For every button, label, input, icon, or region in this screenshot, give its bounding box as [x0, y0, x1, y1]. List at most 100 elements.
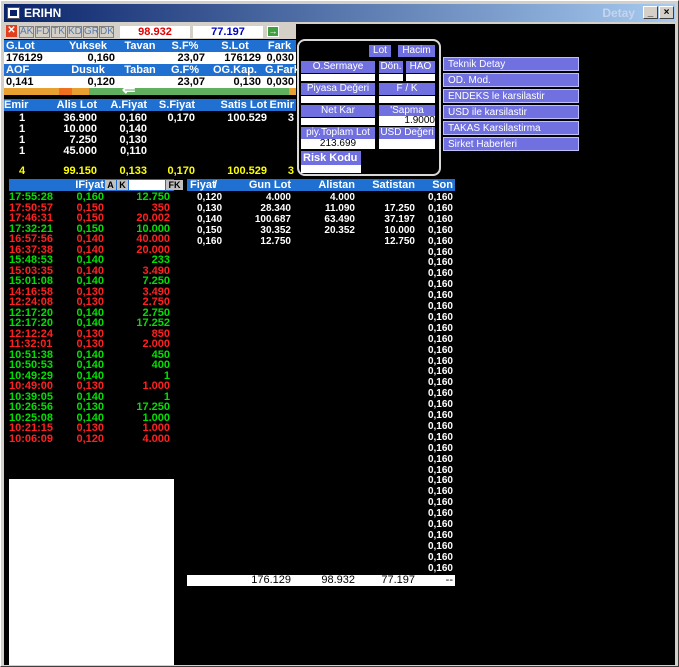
summary-header-h1-0: G.Lot: [4, 40, 59, 52]
son-price-cell: 0,160: [427, 344, 453, 356]
summary-header-h1-3: S.F%: [163, 40, 207, 52]
minimize-button[interactable]: _: [643, 6, 658, 19]
summary-value-r2-1: 0,120: [59, 76, 117, 88]
trade-price: 0,120: [76, 432, 104, 445]
son-price-cell: 0,160: [427, 388, 453, 400]
son-price-cell: 0,160: [427, 431, 453, 443]
price-cell: 4.000: [329, 192, 355, 203]
depth-cell: [197, 146, 269, 157]
summary-header-h2-4: OG.Kap.: [207, 64, 263, 76]
son-price-cell: 0,160: [427, 497, 453, 509]
price-header-3[interactable]: Satistan: [357, 180, 417, 191]
summary-header-h2-5: G.Fark: [263, 64, 300, 76]
price-total-cell: 77.197: [381, 574, 415, 586]
son-price-cell: 0,160: [427, 301, 453, 312]
son-price-cell: 0,160: [427, 529, 453, 541]
don-label: Dön.: [379, 61, 403, 73]
summary-value-r2-5: 0,030: [263, 76, 296, 88]
son-price-cell: 0,160: [427, 453, 453, 465]
price-cell: 10.000: [384, 224, 415, 236]
price-cell: 100.687: [254, 213, 291, 225]
depth-total-cell: 0,133: [119, 165, 147, 177]
price-header-1[interactable]: Gun Lot: [227, 180, 293, 191]
toolbar-value-2: 77.197: [193, 26, 263, 38]
side-menu-item[interactable]: ENDEKS le karsilastir: [443, 89, 579, 103]
son-price-cell: 0,160: [427, 322, 453, 334]
trades-filter-input[interactable]: [129, 180, 165, 190]
side-menu-item[interactable]: USD ile karsilastir: [443, 105, 579, 119]
depth-cell: 0,170: [167, 112, 195, 124]
trade-qty: 400: [151, 359, 170, 371]
toolbar-button-gr[interactable]: GR: [83, 26, 99, 38]
son-price-cell: 0,160: [427, 377, 453, 389]
price-header-2[interactable]: Alistan: [293, 180, 357, 191]
detail-popup: Lot Hacim O.Sermaye Dön. HAO Piyasa Değe…: [297, 39, 441, 176]
price-total-cell: 176.129: [251, 574, 291, 586]
summary-value-r2-3: 23,07: [163, 76, 207, 88]
toolbar-value-1: 98.932: [120, 26, 190, 38]
trade-qty: 1.000: [142, 380, 170, 392]
price-cell: 30.352: [260, 224, 291, 236]
depth-cell: [149, 124, 197, 135]
son-price-cell: 0,160: [427, 420, 453, 432]
son-price-cell: 0,160: [427, 192, 453, 203]
price-cell: 12.750: [384, 235, 415, 247]
price-cell: 28.340: [260, 202, 291, 214]
price-total-cell: 98.932: [321, 574, 355, 586]
toolbar-button-fd[interactable]: FD: [35, 26, 50, 38]
son-price-cell: 0,160: [427, 442, 453, 454]
trades-header-fiyat: IFiyat: [75, 179, 104, 191]
price-header-4[interactable]: Son: [417, 180, 455, 191]
title-bar[interactable]: ERIHN Detay _ ×: [4, 4, 675, 22]
son-price-cell: 0,160: [427, 246, 453, 258]
son-price-cell: 0,160: [427, 224, 453, 236]
close-icon[interactable]: ✕: [6, 25, 17, 37]
depth-total-cell: 0,170: [167, 165, 195, 177]
son-price-cell: 0,160: [427, 562, 453, 574]
depth-header-5: Emir: [269, 99, 296, 111]
son-price-cell: 0,160: [427, 540, 453, 552]
son-price-cell: 0,160: [427, 213, 453, 225]
side-menu-item[interactable]: TAKAS Karsilastirma: [443, 121, 579, 135]
content-area: ✕ AK FD TK KD GR DK 98.932 77.197 → G.Lot Yuks…: [4, 24, 675, 665]
lot-button[interactable]: Lot: [369, 45, 391, 57]
toolbar-button-tk[interactable]: TK: [51, 26, 66, 38]
side-menu-item[interactable]: Teknik Detay: [443, 57, 579, 71]
depth-cell: [149, 135, 197, 146]
depth-header-3: S.Fiyat: [149, 99, 197, 111]
son-price-cell: 0,160: [427, 311, 453, 323]
piy-toplam-lot-value: 213.699: [301, 139, 375, 149]
sort-indicator-icon: /: [214, 179, 218, 191]
go-arrow-icon[interactable]: →: [267, 26, 279, 37]
hacim-button[interactable]: Hacim: [398, 45, 435, 57]
son-price-cell: 0,160: [427, 257, 453, 269]
summary-value-r1-0: 176129: [4, 52, 59, 64]
price-cell: 11.090: [324, 202, 355, 214]
price-cell: 4.000: [265, 192, 291, 203]
trade-time: 10:06:09: [9, 432, 54, 445]
range-bar: [4, 88, 296, 95]
son-price-cell: 0,160: [427, 464, 453, 476]
price-cell: 0,160: [197, 235, 223, 247]
toolbar-button-dk[interactable]: DK: [99, 26, 114, 38]
side-menu-item[interactable]: Sirket Haberleri: [443, 137, 579, 151]
depth-header-4: Satis Lot: [197, 99, 269, 111]
summary-value-r1-3: 23,07: [163, 52, 207, 64]
summary-header-h2-0: AOF: [4, 64, 59, 76]
window-title: ERIHN: [24, 6, 62, 20]
close-button[interactable]: ×: [659, 6, 674, 19]
summary-value-r2-4: 0,130: [207, 76, 263, 88]
trades-fk-button[interactable]: FK: [166, 180, 183, 190]
arrow-left-icon: ⇐: [122, 82, 136, 99]
depth-total-cell: 99.150: [63, 165, 97, 177]
trades-filter-k[interactable]: K: [117, 180, 128, 190]
summary-value-r1-4: 176129: [207, 52, 263, 64]
son-price-cell: 0,160: [427, 366, 453, 378]
son-price-cell: 0,160: [427, 268, 453, 280]
toolbar-button-kd[interactable]: KD: [67, 26, 82, 38]
son-price-cell: 0,160: [427, 399, 453, 411]
price-total-cell: --: [445, 574, 453, 586]
side-menu-item[interactable]: OD. Mod.: [443, 73, 579, 87]
toolbar-button-ak[interactable]: AK: [19, 26, 34, 38]
trades-filter-a[interactable]: A: [105, 180, 116, 190]
